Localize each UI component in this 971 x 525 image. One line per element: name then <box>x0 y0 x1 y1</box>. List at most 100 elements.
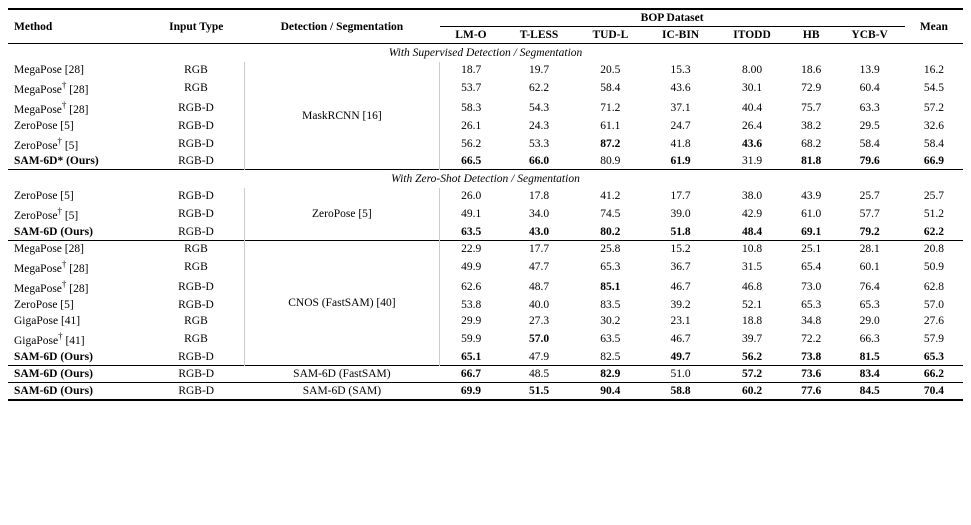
method-cell: SAM-6D (Ours) <box>8 349 148 366</box>
table-row: ZeroPose [5] RGB-D ZeroPose [5] 26.0 17.… <box>8 188 963 204</box>
input-cell: RGB <box>148 62 244 78</box>
lmo-header: LM-O <box>440 27 503 44</box>
ycbv-cell: 76.4 <box>835 277 905 297</box>
hb-cell: 72.9 <box>788 78 835 98</box>
table-row: SAM-6D (Ours) RGB-D 65.1 47.9 82.5 49.7 … <box>8 349 963 366</box>
mean-cell: 65.3 <box>905 349 963 366</box>
tudl-cell: 58.4 <box>576 78 645 98</box>
itodd-cell: 10.8 <box>716 241 788 258</box>
tudl-cell: 83.5 <box>576 297 645 313</box>
mean-cell: 57.9 <box>905 329 963 349</box>
mean-cell: 57.2 <box>905 98 963 118</box>
table-row: SAM-6D* (Ours) RGB-D 66.5 66.0 80.9 61.9… <box>8 153 963 170</box>
mean-cell: 25.7 <box>905 188 963 204</box>
icbin-cell: 23.1 <box>645 313 716 329</box>
tudl-cell: 80.9 <box>576 153 645 170</box>
detection-header: Detection / Segmentation <box>244 9 439 44</box>
table-row: GigaPose† [41] RGB 59.9 57.0 63.5 46.7 3… <box>8 329 963 349</box>
itodd-cell: 52.1 <box>716 297 788 313</box>
input-cell: RGB-D <box>148 134 244 154</box>
input-cell: RGB-D <box>148 297 244 313</box>
lmo-cell: 29.9 <box>440 313 503 329</box>
mean-cell: 51.2 <box>905 204 963 224</box>
itodd-cell: 48.4 <box>716 224 788 241</box>
hb-cell: 65.4 <box>788 257 835 277</box>
icbin-cell: 39.0 <box>645 204 716 224</box>
section-header-supervised: With Supervised Detection / Segmentation <box>8 44 963 63</box>
lmo-cell: 53.7 <box>440 78 503 98</box>
itodd-cell: 31.9 <box>716 153 788 170</box>
method-cell: ZeroPose [5] <box>8 188 148 204</box>
ycbv-cell: 28.1 <box>835 241 905 258</box>
tudl-cell: 85.1 <box>576 277 645 297</box>
table-row: ZeroPose [5] RGB-D 26.1 24.3 61.1 24.7 2… <box>8 118 963 134</box>
itodd-cell: 8.00 <box>716 62 788 78</box>
tudl-cell: 25.8 <box>576 241 645 258</box>
detection-cell: MaskRCNN [16] <box>244 62 439 170</box>
table-row: MegaPose† [28] RGB 49.9 47.7 65.3 36.7 3… <box>8 257 963 277</box>
itodd-header: ITODD <box>716 27 788 44</box>
tudl-header: TUD-L <box>576 27 645 44</box>
itodd-cell: 40.4 <box>716 98 788 118</box>
icbin-cell: 46.7 <box>645 277 716 297</box>
icbin-cell: 49.7 <box>645 349 716 366</box>
input-type-header: Input Type <box>148 9 244 44</box>
table-row: MegaPose† [28] RGB-D 58.3 54.3 71.2 37.1… <box>8 98 963 118</box>
mean-cell: 62.2 <box>905 224 963 241</box>
input-cell: RGB-D <box>148 188 244 204</box>
icbin-cell: 51.0 <box>645 365 716 382</box>
input-cell: RGB <box>148 78 244 98</box>
header-row: Method Input Type Detection / Segmentati… <box>8 9 963 27</box>
itodd-cell: 26.4 <box>716 118 788 134</box>
tless-cell: 27.3 <box>502 313 575 329</box>
tless-cell: 43.0 <box>502 224 575 241</box>
lmo-cell: 22.9 <box>440 241 503 258</box>
lmo-cell: 18.7 <box>440 62 503 78</box>
tudl-cell: 90.4 <box>576 382 645 400</box>
tless-cell: 24.3 <box>502 118 575 134</box>
mean-cell: 27.6 <box>905 313 963 329</box>
lmo-cell: 65.1 <box>440 349 503 366</box>
ycbv-cell: 13.9 <box>835 62 905 78</box>
input-cell: RGB-D <box>148 153 244 170</box>
ycbv-cell: 83.4 <box>835 365 905 382</box>
itodd-cell: 38.0 <box>716 188 788 204</box>
tless-cell: 47.7 <box>502 257 575 277</box>
tless-cell: 47.9 <box>502 349 575 366</box>
input-cell: RGB <box>148 313 244 329</box>
table-row: MegaPose [28] RGB MaskRCNN [16] 18.7 19.… <box>8 62 963 78</box>
hb-cell: 73.0 <box>788 277 835 297</box>
ycbv-header: YCB-V <box>835 27 905 44</box>
ycbv-cell: 79.6 <box>835 153 905 170</box>
method-cell: MegaPose [28] <box>8 241 148 258</box>
tless-cell: 17.7 <box>502 241 575 258</box>
icbin-cell: 58.8 <box>645 382 716 400</box>
table-row: GigaPose [41] RGB 29.9 27.3 30.2 23.1 18… <box>8 313 963 329</box>
method-cell: MegaPose† [28] <box>8 277 148 297</box>
hb-cell: 73.8 <box>788 349 835 366</box>
table-row: MegaPose [28] RGB CNOS (FastSAM) [40] 22… <box>8 241 963 258</box>
mean-cell: 66.2 <box>905 365 963 382</box>
mean-cell: 58.4 <box>905 134 963 154</box>
tless-cell: 17.8 <box>502 188 575 204</box>
detection-cell: SAM-6D (FastSAM) <box>244 365 439 382</box>
tudl-cell: 71.2 <box>576 98 645 118</box>
itodd-cell: 18.8 <box>716 313 788 329</box>
tudl-cell: 61.1 <box>576 118 645 134</box>
ycbv-cell: 81.5 <box>835 349 905 366</box>
itodd-cell: 43.6 <box>716 134 788 154</box>
tudl-cell: 74.5 <box>576 204 645 224</box>
ycbv-cell: 63.3 <box>835 98 905 118</box>
method-cell: ZeroPose† [5] <box>8 134 148 154</box>
tless-cell: 40.0 <box>502 297 575 313</box>
mean-cell: 50.9 <box>905 257 963 277</box>
tless-cell: 66.0 <box>502 153 575 170</box>
lmo-cell: 49.9 <box>440 257 503 277</box>
mean-cell: 70.4 <box>905 382 963 400</box>
input-cell: RGB-D <box>148 365 244 382</box>
itodd-cell: 56.2 <box>716 349 788 366</box>
comparison-table: Method Input Type Detection / Segmentati… <box>8 8 963 401</box>
table-row: SAM-6D (Ours) RGB-D SAM-6D (SAM) 69.9 51… <box>8 382 963 400</box>
ycbv-cell: 79.2 <box>835 224 905 241</box>
mean-cell: 57.0 <box>905 297 963 313</box>
